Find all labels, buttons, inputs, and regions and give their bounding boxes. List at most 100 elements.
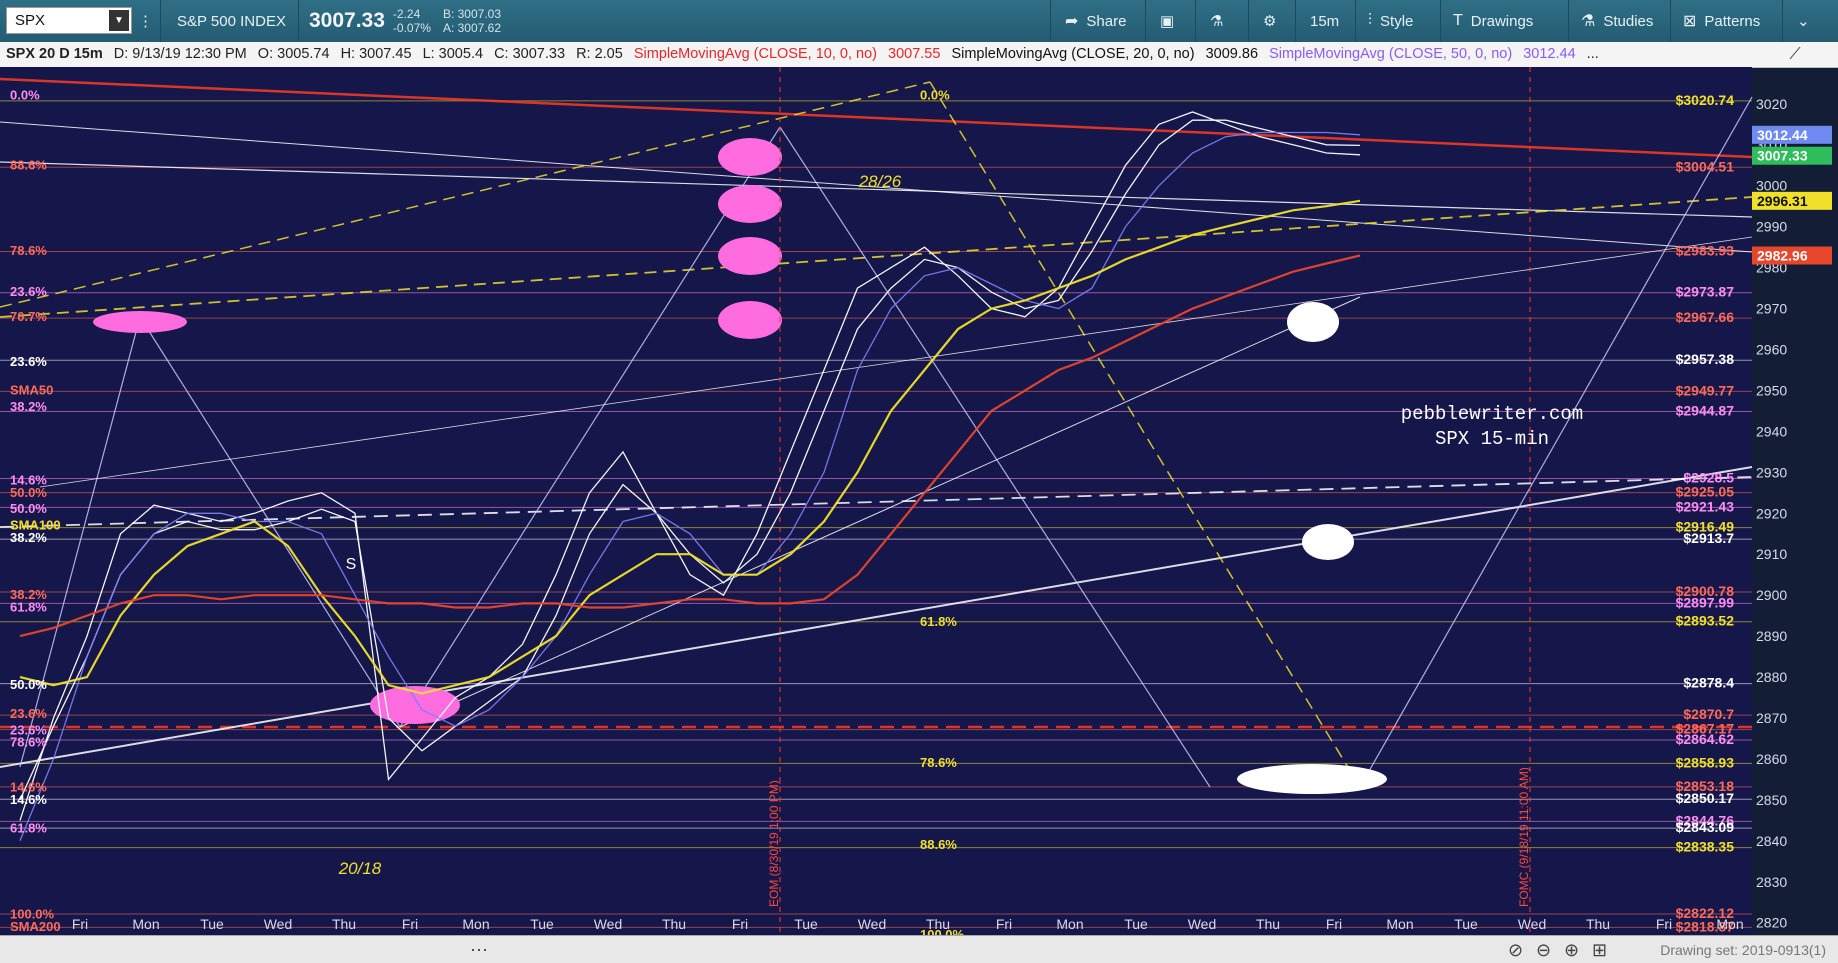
flask-button[interactable]: ⚗ bbox=[1195, 0, 1240, 42]
drawings-button[interactable]: T Drawings bbox=[1440, 0, 1570, 42]
bid-ask: B: 3007.03 A: 3007.62 bbox=[443, 7, 501, 35]
top-toolbar: SPX ▼ ⋮ S&P 500 INDEX 3007.33 -2.24 -0.07%… bbox=[0, 0, 1838, 43]
price-tick-label: 2920 bbox=[1756, 505, 1787, 521]
level-label: $2864.62 bbox=[1676, 731, 1735, 747]
fib-label-left: 38.2% bbox=[10, 399, 47, 414]
white-marker bbox=[1302, 524, 1354, 560]
time-tick-label: Fri bbox=[996, 916, 1012, 932]
symbol-text: SPX bbox=[15, 12, 46, 29]
zoom-reset-icon[interactable]: ⊘ bbox=[1508, 940, 1523, 961]
level-label: $2897.99 bbox=[1676, 594, 1735, 610]
price-tick-label: 2860 bbox=[1756, 751, 1787, 767]
fib-label-left: 61.8% bbox=[10, 599, 47, 614]
drawing-trend-icon[interactable]: ⟋ bbox=[1752, 42, 1838, 68]
time-tick-label: Wed bbox=[594, 916, 623, 932]
zoom-out-icon[interactable]: ⊖ bbox=[1536, 940, 1551, 961]
price-tick-label: 2940 bbox=[1756, 423, 1787, 439]
price-tick-label: 2970 bbox=[1756, 301, 1787, 317]
fib-label-left: 78.6% bbox=[10, 735, 47, 750]
more-button[interactable]: ⌄ bbox=[1782, 0, 1838, 42]
close-value: C: 3007.33 bbox=[494, 46, 566, 62]
level-label: $2944.87 bbox=[1676, 402, 1735, 418]
time-tick-label: Tue bbox=[794, 916, 818, 932]
time-tick-label: Fri bbox=[1656, 916, 1672, 932]
time-tick-label: Wed bbox=[858, 916, 887, 932]
fib-label-left: 23.6% bbox=[10, 284, 47, 299]
white-marker bbox=[1287, 302, 1339, 342]
fit-icon[interactable]: ⊞ bbox=[1592, 940, 1607, 961]
interval-button[interactable]: 15m bbox=[1295, 0, 1355, 42]
price-tag-label: 2982.96 bbox=[1757, 248, 1808, 264]
patterns-label: Patterns bbox=[1704, 12, 1761, 30]
patterns-icon: ⊠ bbox=[1683, 13, 1697, 30]
price-tag-label: 3007.33 bbox=[1757, 148, 1808, 164]
change-value: -2.24 bbox=[392, 7, 421, 21]
time-tick-label: Thu bbox=[926, 916, 950, 932]
price-tick-label: 2890 bbox=[1756, 628, 1787, 644]
level-label: $2838.35 bbox=[1676, 839, 1735, 855]
annotation-text: pebblewriter.com bbox=[1401, 403, 1583, 425]
price-tick-label: 2950 bbox=[1756, 382, 1787, 398]
candle-icon: ⫶ bbox=[1368, 12, 1373, 29]
price-axis: 3020301030002990298029702960295029402930… bbox=[1752, 96, 1832, 931]
level-label: $2983.93 bbox=[1676, 243, 1735, 259]
fib-label-mid: 78.6% bbox=[920, 755, 957, 770]
level-label: $2949.77 bbox=[1676, 382, 1735, 398]
level-label: $3004.51 bbox=[1676, 158, 1735, 174]
fib-label-left: 50.0% bbox=[10, 501, 47, 516]
level-label: $2967.66 bbox=[1676, 309, 1735, 325]
level-label: $2843.09 bbox=[1676, 819, 1735, 835]
sma10-label[interactable]: SimpleMovingAvg (CLOSE, 10, 0, no) bbox=[634, 46, 877, 62]
price-tick-label: 2900 bbox=[1756, 587, 1787, 603]
more-studies[interactable]: ... bbox=[1587, 46, 1599, 62]
fib-label-left: 50.0% bbox=[10, 677, 47, 692]
time-tick-label: Wed bbox=[1188, 916, 1217, 932]
time-tick-label: Tue bbox=[530, 916, 554, 932]
price-tick-label: 2960 bbox=[1756, 342, 1787, 358]
style-button[interactable]: ⫶ Style bbox=[1355, 0, 1451, 42]
sma50-label[interactable]: SimpleMovingAvg (CLOSE, 50, 0, no) bbox=[1269, 46, 1512, 62]
symbol-dropdown-icon[interactable]: ▼ bbox=[109, 10, 129, 31]
time-tick-label: Thu bbox=[332, 916, 356, 932]
price-tick-label: 2990 bbox=[1756, 219, 1787, 235]
chart-info-bar: SPX 20 D 15m D: 9/13/19 12:30 PM O: 3005… bbox=[0, 42, 1752, 68]
time-tick-label: Fri bbox=[732, 916, 748, 932]
change-percent: -0.07% bbox=[392, 21, 431, 35]
camera-icon: ▣ bbox=[1160, 13, 1175, 30]
price-tag-label: 3012.44 bbox=[1757, 127, 1808, 143]
style-label: Style bbox=[1380, 12, 1414, 30]
camera-button[interactable]: ▣ bbox=[1145, 0, 1190, 42]
level-label: $2858.93 bbox=[1676, 754, 1735, 770]
fib-label-left: 61.8% bbox=[10, 821, 47, 836]
scroll-left-icon[interactable]: ⋯ bbox=[470, 940, 488, 961]
sma20-label[interactable]: SimpleMovingAvg (CLOSE, 20, 0, no) bbox=[951, 46, 1194, 62]
fib-label-left: SMA200 bbox=[10, 919, 61, 934]
level-label: $2893.52 bbox=[1676, 613, 1735, 629]
symbol-input[interactable]: SPX ▼ bbox=[6, 7, 132, 34]
grip-icon[interactable]: ⋮ bbox=[138, 0, 160, 42]
level-label: $2925.05 bbox=[1676, 484, 1735, 500]
drawings-label: Drawings bbox=[1470, 12, 1534, 30]
studies-button[interactable]: ⚗ Studies bbox=[1568, 0, 1686, 42]
fib-label-left: SMA50 bbox=[10, 382, 53, 397]
price-chart[interactable]: $3020.74 $3004.51 $2983.93 $2973.87 $2967.66… bbox=[0, 67, 1838, 935]
zoom-in-icon[interactable]: ⊕ bbox=[1564, 940, 1579, 961]
time-tick-label: Mon bbox=[1386, 916, 1413, 932]
time-tick-label: Tue bbox=[1454, 916, 1478, 932]
settings-button[interactable]: ⚙ bbox=[1248, 0, 1293, 42]
price-tick-label: 3020 bbox=[1756, 96, 1787, 112]
level-label: $3020.74 bbox=[1676, 92, 1735, 108]
level-label: $2878.4 bbox=[1683, 675, 1734, 691]
fib-label-left: 14.6% bbox=[10, 792, 47, 807]
price-tick-label: 2820 bbox=[1756, 915, 1787, 931]
pink-marker bbox=[718, 185, 782, 223]
fib-label-left: 0.0% bbox=[10, 88, 40, 103]
patterns-button[interactable]: ⊠ Patterns bbox=[1670, 0, 1782, 42]
share-icon: ➦ bbox=[1065, 13, 1079, 30]
gear-icon: ⚙ bbox=[1263, 13, 1277, 30]
time-tick-label: Wed bbox=[264, 916, 293, 932]
pink-marker bbox=[718, 237, 782, 275]
flask-icon: ⚗ bbox=[1210, 13, 1224, 30]
pink-marker bbox=[93, 311, 187, 333]
share-label: Share bbox=[1086, 12, 1127, 30]
